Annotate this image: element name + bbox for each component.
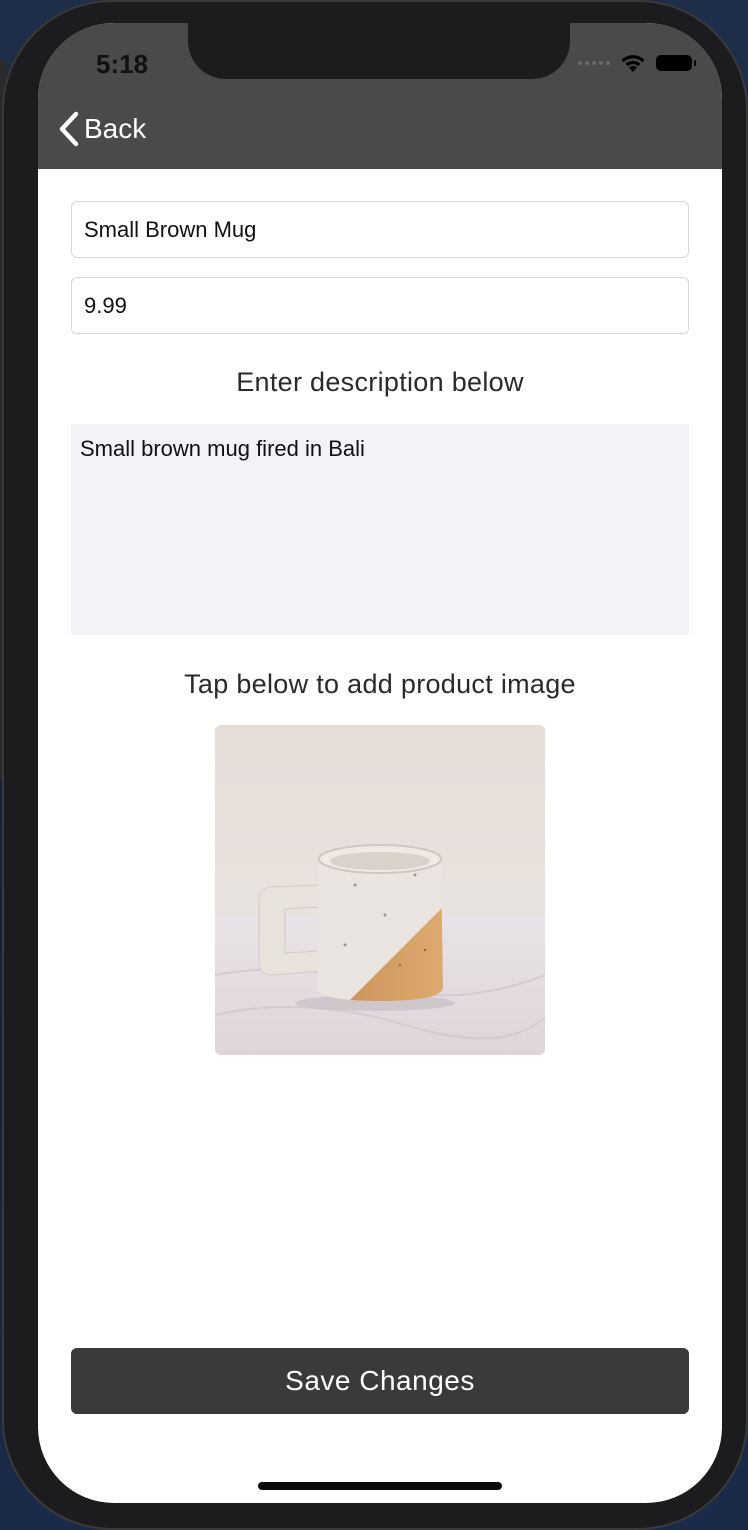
image-heading: Tap below to add product image	[184, 669, 576, 699]
product-name-field[interactable]: Small Brown Mug	[71, 201, 689, 258]
battery-icon	[656, 55, 696, 71]
device-notch	[188, 23, 570, 79]
back-button[interactable]: Back	[58, 111, 146, 147]
description-heading: Enter description below	[236, 367, 524, 397]
chevron-left-icon	[59, 111, 79, 147]
description-textarea[interactable]: Small brown mug fired in Bali	[71, 424, 689, 635]
device-frame: 5:18 Back Small Brown Mug 9.99 Enter des…	[2, 0, 748, 1530]
product-price-field[interactable]: 9.99	[71, 277, 689, 334]
home-indicator	[258, 1482, 502, 1490]
wifi-icon	[621, 55, 645, 72]
navigation-bar: 5:18 Back	[38, 23, 722, 169]
back-label: Back	[84, 113, 147, 144]
product-photo	[215, 725, 545, 1055]
save-changes-button[interactable]: Save Changes	[71, 1348, 689, 1414]
app-screen: 5:18 Back Small Brown Mug 9.99 Enter des…	[38, 23, 722, 1503]
cellular-dots-icon	[578, 61, 610, 65]
status-icons	[578, 53, 696, 73]
product-image-picker[interactable]	[215, 725, 545, 1055]
status-time: 5:18	[96, 49, 149, 79]
